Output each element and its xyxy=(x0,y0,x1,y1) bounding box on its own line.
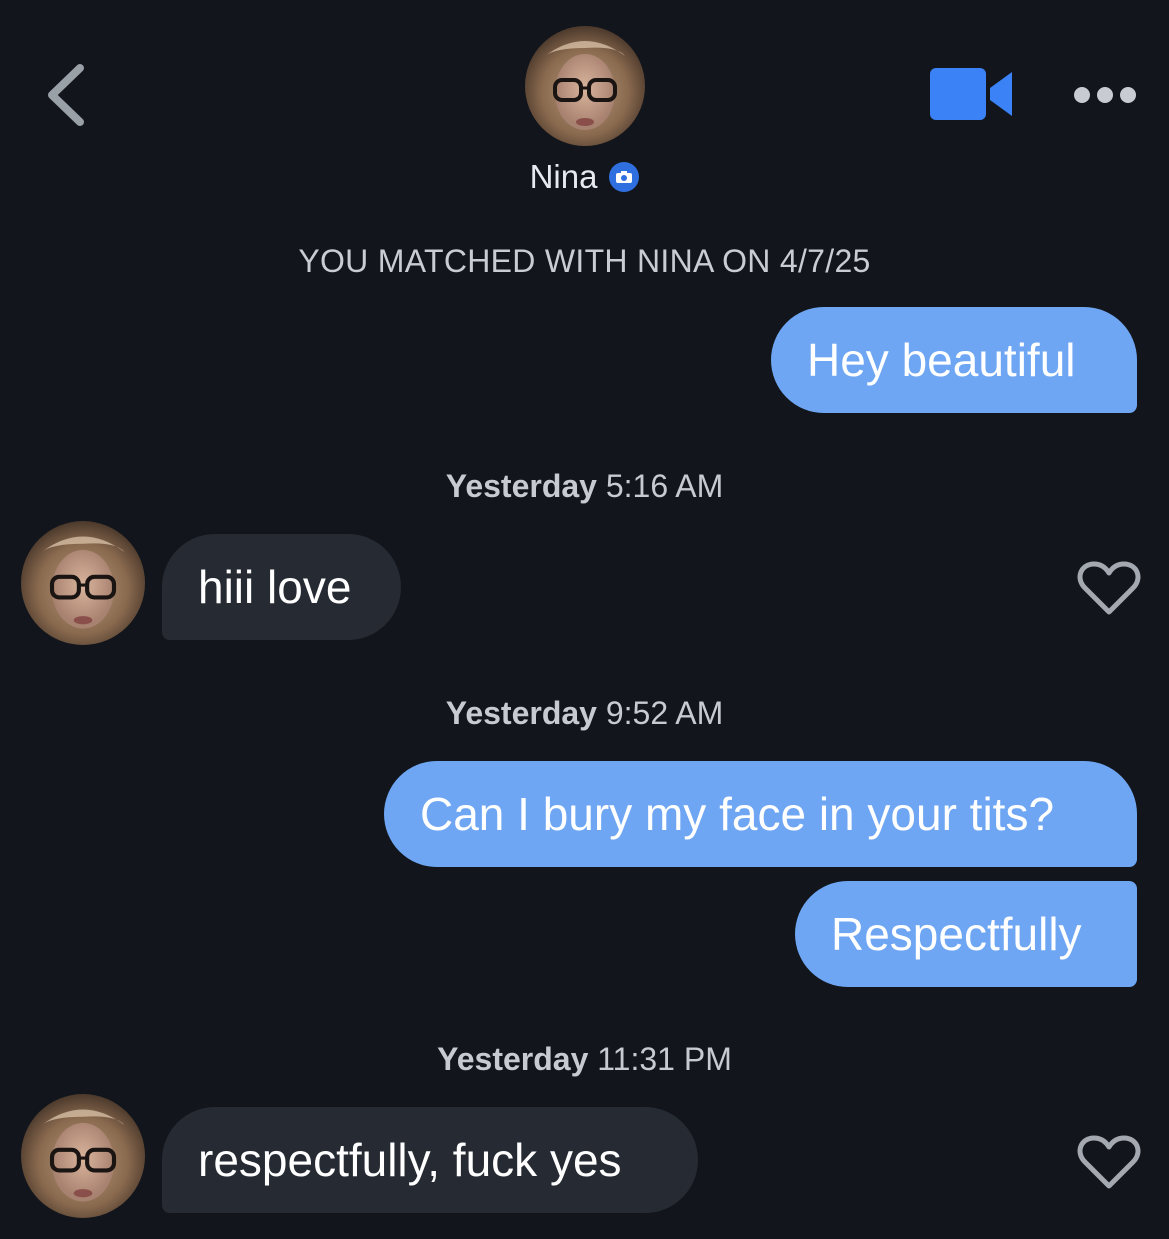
avatar-photo xyxy=(21,1094,145,1218)
match-name: Nina xyxy=(529,158,598,195)
message-text: Respectfully xyxy=(831,908,1082,960)
message-text: respectfully, fuck yes xyxy=(198,1134,622,1186)
timestamp-day: Yesterday xyxy=(445,468,597,504)
sent-message[interactable]: Hey beautiful xyxy=(771,307,1137,413)
timestamp-time: 11:31 PM xyxy=(597,1041,732,1077)
timestamp-day: Yesterday xyxy=(445,695,597,731)
video-camera-icon xyxy=(930,68,1012,120)
camera-verified-icon xyxy=(609,162,640,192)
heart-icon xyxy=(1077,561,1141,615)
match-avatar[interactable] xyxy=(525,26,645,146)
video-call-button[interactable] xyxy=(930,68,1014,120)
received-message[interactable]: hiii love xyxy=(162,534,401,640)
sent-message[interactable]: Can I bury my face in your tits? xyxy=(384,761,1137,867)
avatar-photo xyxy=(21,521,145,645)
timestamp-time: 9:52 AM xyxy=(605,695,724,731)
ellipsis-icon xyxy=(1074,87,1136,103)
timestamp: Yesterday 11:31 PM xyxy=(0,1041,1169,1078)
avatar-photo xyxy=(525,26,645,146)
message-text: Can I bury my face in your tits? xyxy=(420,788,1055,840)
like-button[interactable] xyxy=(1077,1134,1141,1190)
match-date-banner: YOU MATCHED WITH NINA ON 4/7/25 xyxy=(298,243,871,279)
sent-message[interactable]: Respectfully xyxy=(795,881,1137,987)
message-text: Hey beautiful xyxy=(807,334,1076,386)
sender-avatar[interactable] xyxy=(21,1094,145,1218)
timestamp-day: Yesterday xyxy=(437,1041,589,1077)
sender-avatar[interactable] xyxy=(21,521,145,645)
received-message[interactable]: respectfully, fuck yes xyxy=(162,1107,698,1213)
back-button[interactable] xyxy=(40,60,96,130)
timestamp: Yesterday 9:52 AM xyxy=(0,695,1169,732)
more-options-button[interactable] xyxy=(1070,80,1140,110)
heart-icon xyxy=(1077,1135,1141,1189)
message-text: hiii love xyxy=(198,561,352,613)
timestamp: Yesterday 5:16 AM xyxy=(0,468,1169,505)
timestamp-time: 5:16 AM xyxy=(605,468,724,504)
like-button[interactable] xyxy=(1077,560,1141,616)
match-name-row: Nina xyxy=(0,152,1169,202)
chevron-left-icon xyxy=(48,64,84,126)
